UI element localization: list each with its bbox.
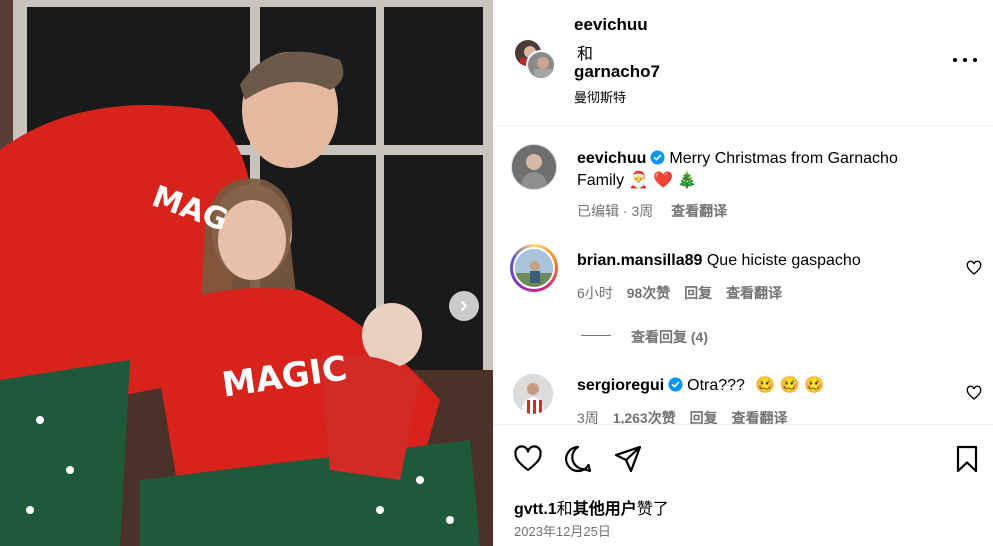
story-ring-avatar[interactable]: [510, 244, 558, 292]
caption-text: Merry Christmas from Garnacho: [669, 150, 898, 167]
avatar: [526, 50, 556, 80]
chevron-right-icon: [461, 301, 468, 311]
avatar[interactable]: [513, 374, 553, 414]
comment-icon[interactable]: [563, 444, 593, 474]
tree-emoji: 🎄: [677, 172, 698, 189]
collab-conjunction: 和: [577, 46, 594, 63]
family-photo-illustration: MAGIC MAG: [0, 0, 493, 546]
caption-username[interactable]: eevichuu: [577, 150, 646, 167]
author-username[interactable]: eevichuu: [574, 15, 648, 35]
collaborator-username[interactable]: garnacho7: [574, 62, 660, 82]
comment-meta: 3周 1,263次赞 回复 查看翻译: [577, 408, 788, 424]
post-sidebar: eevichuu 和 garnacho7 曼彻斯特 eevichuu Merry …: [493, 0, 993, 546]
send-icon[interactable]: [613, 444, 643, 474]
see-translation-link[interactable]: 查看翻译: [732, 410, 788, 424]
heart-emoji: ❤️: [652, 172, 673, 189]
more-options-button[interactable]: [953, 50, 977, 70]
post-date[interactable]: 2023年12月25日: [514, 521, 611, 540]
comment-likes[interactable]: 1,263次赞: [613, 410, 676, 424]
likes-summary: gvtt.1和其他用户赞了: [514, 501, 669, 518]
comment-text: Otra???: [687, 377, 745, 394]
comments-area[interactable]: eevichuu Merry Christmas from Garnacho Fa…: [493, 127, 993, 424]
santa-emoji: 🎅: [628, 172, 649, 189]
caption-line-2: Family 🎅 ❤️ 🎄: [577, 170, 697, 192]
heart-icon[interactable]: [513, 444, 543, 474]
liker-username[interactable]: gvtt.1: [514, 501, 557, 518]
verified-badge-icon: [668, 377, 683, 392]
carousel-next-button[interactable]: [449, 291, 479, 321]
view-replies-button[interactable]: 查看回复 (4): [631, 327, 708, 347]
post-actions: gvtt.1和其他用户赞了 2023年12月25日: [493, 424, 993, 546]
post-header: eevichuu 和 garnacho7 曼彻斯特: [493, 0, 993, 126]
other-likers-link[interactable]: 其他用户: [573, 501, 637, 518]
comment-text: Que hiciste gaspacho: [706, 252, 861, 269]
comment-time[interactable]: 6小时: [577, 285, 613, 301]
collab-avatars[interactable]: [513, 38, 559, 84]
comment-username[interactable]: sergioregui: [577, 377, 664, 394]
bookmark-icon[interactable]: [952, 444, 982, 474]
comment-time[interactable]: 3周: [577, 410, 599, 424]
woozy-face-emoji: 🥴 🥴 🥴: [755, 377, 825, 394]
avatar[interactable]: [511, 144, 557, 190]
caption-meta: 已编辑 · 3周 查看翻译: [577, 203, 728, 219]
comment-meta: 6小时 98次赞 回复 查看翻译: [577, 283, 782, 303]
location-link[interactable]: 曼彻斯特: [574, 87, 626, 106]
replies-divider: [581, 335, 611, 336]
caption-time[interactable]: 3周: [631, 203, 653, 219]
comment-like-heart-icon[interactable]: [966, 385, 982, 401]
edited-label: 已编辑: [577, 203, 619, 219]
caption-line-1: eevichuu Merry Christmas from Garnacho: [577, 148, 898, 170]
caption-text-continued: Family: [577, 172, 625, 189]
reply-button[interactable]: 回复: [690, 410, 718, 424]
post-photo: MAGIC MAG: [0, 0, 493, 546]
verified-badge-icon: [650, 150, 665, 165]
comment-username[interactable]: brian.mansilla89: [577, 252, 702, 269]
see-translation-link[interactable]: 查看翻译: [671, 203, 727, 219]
comment-body: brian.mansilla89 Que hiciste gaspacho: [577, 250, 861, 272]
comment-likes[interactable]: 98次赞: [627, 285, 671, 301]
reply-button[interactable]: 回复: [684, 285, 712, 301]
see-translation-link[interactable]: 查看翻译: [726, 285, 782, 301]
comment-body: sergioregui Otra??? 🥴 🥴 🥴: [577, 375, 824, 397]
more-horizontal-icon: [953, 58, 957, 62]
comment-like-heart-icon[interactable]: [966, 260, 982, 276]
